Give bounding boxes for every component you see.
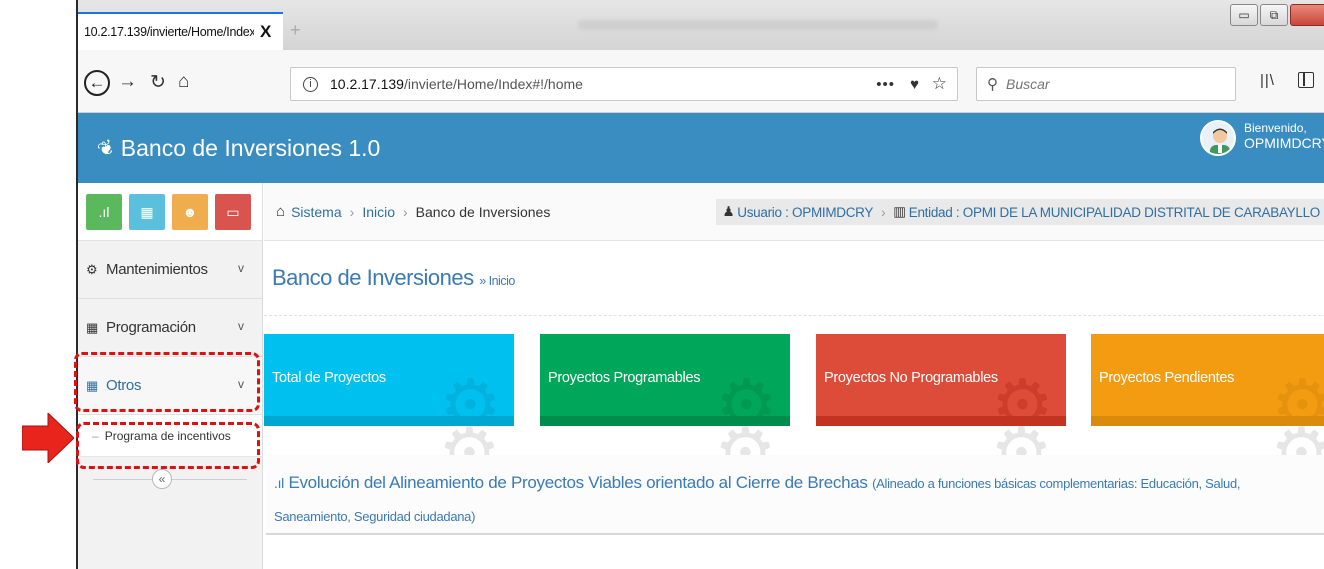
breadcrumb: ⌂ Sistema › Inicio › Banco de Inversione… bbox=[264, 183, 1324, 241]
library-icon[interactable]: ||\ bbox=[1260, 72, 1275, 89]
forward-icon[interactable]: → bbox=[118, 71, 137, 93]
welcome-username: OPMIMDCRY bbox=[1244, 135, 1324, 151]
home-icon[interactable]: ⌂ bbox=[276, 203, 285, 220]
breadcrumb-separator: › bbox=[349, 203, 355, 220]
sidebar-item-label: Programación bbox=[106, 319, 196, 336]
url-path: /invierte/Home/Index#!/home bbox=[403, 76, 583, 92]
app-title: Banco de Inversiones 1.0 bbox=[120, 135, 381, 161]
blurred-window-title bbox=[578, 20, 938, 30]
navigation-bar: ← → ↻ ⌂ i 10.2.17.139/invierte/Home/Inde… bbox=[78, 50, 1324, 113]
bookmark-star-icon[interactable]: ☆ bbox=[932, 74, 947, 94]
bank-icon: ▥ bbox=[893, 204, 906, 219]
sidebar-item-mantenimientos[interactable]: ⚙ Mantenimientos v bbox=[78, 241, 262, 299]
highlight-box-otros bbox=[74, 352, 260, 412]
browser-window: 10.2.17.139/invierte/Home/Index#!/ X + ▭… bbox=[74, 0, 1324, 569]
home-icon[interactable]: ⌂ bbox=[178, 71, 189, 93]
calendar-icon: ▦ bbox=[86, 319, 99, 335]
search-bar[interactable]: ⚲ bbox=[976, 67, 1236, 101]
pocket-icon[interactable]: ♥ bbox=[910, 76, 919, 93]
entidad-label: Entidad : OPMI DE LA MUNICIPALIDAD DISTR… bbox=[908, 204, 1321, 220]
cogs-icon: ⚙ bbox=[86, 261, 98, 277]
page-subtitle: » Inicio bbox=[479, 274, 515, 288]
page-actions-icon[interactable]: ••• bbox=[876, 76, 895, 93]
chevron-down-icon: v bbox=[238, 261, 244, 275]
minimize-button[interactable]: ▭ bbox=[1230, 4, 1258, 26]
sidebar-toggle-icon[interactable] bbox=[1298, 72, 1314, 88]
shortcut-monitor-button[interactable]: ▭ bbox=[215, 194, 251, 230]
chevron-down-icon: v bbox=[238, 319, 244, 333]
new-tab-icon[interactable]: + bbox=[290, 20, 301, 41]
tab-close-icon[interactable]: X bbox=[260, 22, 271, 42]
leaf-icon: ❦ bbox=[94, 135, 119, 163]
breadcrumb-separator: › bbox=[403, 203, 408, 220]
sidebar-collapse-button[interactable]: « bbox=[152, 469, 172, 489]
user-icon: ♟ bbox=[722, 204, 735, 219]
sidebar-item-programacion[interactable]: ▦ Programación v bbox=[78, 299, 262, 357]
welcome-label: Bienvenido, bbox=[1244, 121, 1307, 135]
tile-label: Proyectos No Programables bbox=[824, 370, 998, 386]
avatar[interactable] bbox=[1200, 120, 1236, 156]
shortcut-calendar-button[interactable]: ▦ bbox=[129, 194, 165, 230]
shortcut-buttons: .ıl ▦ ☻ ▭ bbox=[78, 183, 262, 241]
shortcut-users-button[interactable]: ☻ bbox=[172, 194, 208, 230]
breadcrumb-item-current: Banco de Inversiones bbox=[415, 203, 551, 220]
highlight-box-submenu bbox=[76, 422, 260, 469]
tile-label: Proyectos Programables bbox=[548, 370, 701, 386]
breadcrumb-separator: › bbox=[881, 204, 886, 220]
red-arrow-annotation bbox=[22, 413, 74, 463]
browser-tab[interactable]: 10.2.17.139/invierte/Home/Index#!/ X bbox=[78, 12, 283, 50]
maximize-button[interactable]: ⧉ bbox=[1260, 4, 1288, 26]
app-brand[interactable]: ❦ Banco de Inversiones 1.0 bbox=[94, 135, 381, 162]
site-info-icon[interactable]: i bbox=[303, 76, 318, 92]
page-title-text: Banco de Inversiones bbox=[272, 265, 474, 290]
evolution-panel-header: .ıl Evolución del Alineamiento de Proyec… bbox=[266, 455, 1324, 535]
close-window-button[interactable] bbox=[1290, 4, 1324, 26]
tile-label: Proyectos Pendientes bbox=[1099, 370, 1235, 386]
welcome-text: Bienvenido, OPMIMDCRY bbox=[1244, 121, 1324, 151]
breadcrumb-item-inicio[interactable]: Inicio bbox=[362, 204, 395, 220]
breadcrumb-item-sistema[interactable]: Sistema bbox=[291, 204, 342, 220]
bar-chart-icon: .ıl bbox=[274, 475, 284, 491]
tab-title: 10.2.17.139/invierte/Home/Index#!/ bbox=[84, 25, 254, 39]
calendar-icon: ▦ bbox=[140, 204, 154, 220]
monitor-icon: ▭ bbox=[226, 204, 240, 220]
url-bar[interactable]: i 10.2.17.139/invierte/Home/Index#!/home… bbox=[290, 67, 958, 101]
tab-bar: 10.2.17.139/invierte/Home/Index#!/ X + ▭… bbox=[78, 0, 1324, 50]
tile-label: Total de Proyectos bbox=[272, 370, 386, 386]
search-input[interactable] bbox=[1004, 75, 1204, 93]
app-header: ❦ Banco de Inversiones 1.0 Bienvenido, O… bbox=[78, 113, 1324, 183]
users-icon: ☻ bbox=[182, 204, 198, 220]
bar-chart-icon: .ıl bbox=[98, 204, 110, 220]
evolution-title: Evolución del Alineamiento de Proyectos … bbox=[288, 473, 868, 492]
page-title: Banco de Inversiones » Inicio bbox=[272, 265, 515, 291]
back-icon[interactable]: ← bbox=[84, 70, 110, 96]
reload-icon[interactable]: ↻ bbox=[150, 71, 166, 94]
shortcut-chart-button[interactable]: .ıl bbox=[86, 194, 122, 230]
url-host: 10.2.17.139 bbox=[330, 76, 404, 92]
sidebar-item-label: Mantenimientos bbox=[106, 261, 208, 278]
search-icon: ⚲ bbox=[987, 76, 998, 93]
divider bbox=[264, 315, 1324, 316]
usuario-label: Usuario : OPMIMDCRY bbox=[737, 204, 874, 220]
user-entity-info: ♟ Usuario : OPMIMDCRY › ▥ Entidad : OPMI… bbox=[716, 199, 1324, 225]
